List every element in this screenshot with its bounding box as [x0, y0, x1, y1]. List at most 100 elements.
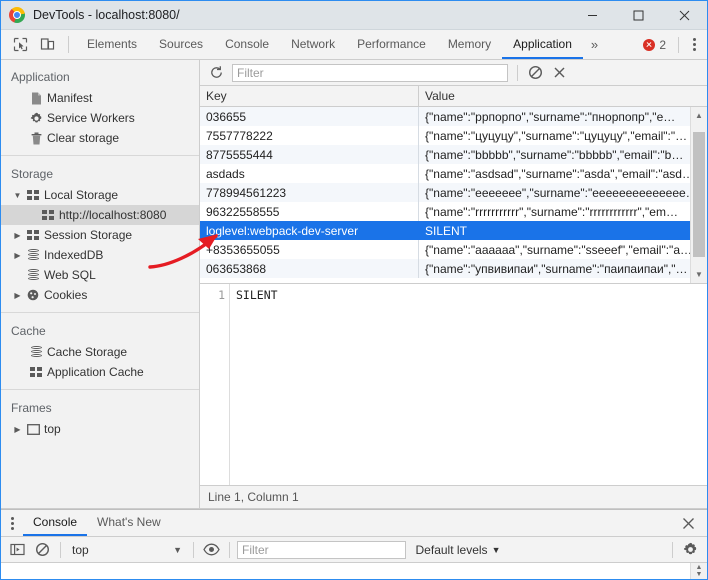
drawer-tab-label: Console — [33, 515, 78, 529]
minimize-button[interactable] — [569, 1, 615, 30]
tab-application[interactable]: Application — [502, 30, 583, 59]
console-toolbar: top ▼ Default levels ▼ — [1, 537, 707, 563]
scroll-down-icon[interactable]: ▼ — [691, 266, 707, 283]
error-circle-icon — [643, 38, 656, 51]
tab-console[interactable]: Console — [214, 30, 280, 59]
grid-icon — [24, 190, 42, 200]
clear-all-icon[interactable] — [523, 62, 547, 84]
sidebar-section-storage: Storage — [11, 167, 54, 181]
scroll-up-icon[interactable]: ▲ — [691, 107, 707, 124]
sidebar-section-application: Application — [11, 70, 70, 84]
tab-elements[interactable]: Elements — [76, 30, 148, 59]
table-row[interactable]: 063653868 {"name":"упвивипаи","surname":… — [200, 259, 707, 278]
sidebar-item-top-frame[interactable]: ▶ top — [1, 419, 199, 439]
console-settings-gear-icon[interactable] — [678, 539, 703, 561]
cell-value: {"name":"цуцуцу","surname":"цуцуцу","ema… — [425, 128, 688, 143]
table-row[interactable]: 96322558555 {"name":"rrrrrrrrrrr","surna… — [200, 202, 707, 221]
cell-value: {"name":"eeeeeee","surname":"eeeeeeeeeee… — [425, 185, 698, 200]
sidebar-item-application-cache[interactable]: Application Cache — [1, 362, 199, 382]
tab-sources[interactable]: Sources — [148, 30, 214, 59]
drawer-close-icon[interactable] — [677, 517, 699, 530]
chevron-right-icon[interactable]: ▶ — [11, 231, 24, 240]
tab-label: Console — [225, 36, 270, 51]
tab-network[interactable]: Network — [280, 30, 346, 59]
scrollbar-track[interactable] — [691, 124, 707, 266]
cell-value: {"name":"bbbbb","surname":"bbbbb","email… — [425, 147, 684, 162]
sidebar-item-indexeddb[interactable]: ▶ IndexedDB — [1, 245, 199, 265]
execution-context-select[interactable]: top ▼ — [66, 540, 188, 560]
table-vertical-scrollbar[interactable]: ▲ ▼ — [690, 107, 707, 283]
tab-label: Performance — [357, 36, 426, 51]
sidebar-item-clear-storage[interactable]: Clear storage — [1, 128, 199, 148]
drawer-menu-icon[interactable] — [1, 510, 23, 536]
sidebar-item-session-storage[interactable]: ▶ Session Storage — [1, 225, 199, 245]
refresh-icon[interactable] — [204, 62, 228, 84]
device-toolbar-icon[interactable] — [34, 30, 61, 59]
tab-memory[interactable]: Memory — [437, 30, 502, 59]
column-header-value[interactable]: Value — [419, 86, 707, 106]
chevron-right-icon[interactable]: ▶ — [11, 291, 24, 300]
close-button[interactable] — [661, 1, 707, 30]
chevron-right-icon[interactable]: ▶ — [11, 425, 24, 434]
database-icon — [27, 346, 45, 358]
maximize-button[interactable] — [615, 1, 661, 30]
value-preview-pane[interactable]: 1 SILENT — [200, 284, 707, 485]
grid-icon — [24, 230, 42, 240]
table-row[interactable]: 036655 {"name":"ррпорпо","surname":"пнор… — [200, 107, 707, 126]
table-row[interactable]: +8353655055 {"name":"aaaaaa","surname":"… — [200, 240, 707, 259]
scroll-down-icon[interactable]: ▼ — [696, 571, 703, 578]
tabbar-right-group: 2 — [643, 30, 707, 59]
cell-value: {"name":"rrrrrrrrrrr","surname":"rrrrrrr… — [425, 204, 678, 219]
delete-selected-icon[interactable] — [547, 62, 571, 84]
inspect-element-icon[interactable] — [7, 30, 34, 59]
sidebar-item-label: Local Storage — [44, 188, 119, 202]
main-menu-icon[interactable] — [685, 34, 703, 56]
sidebar-item-label: Manifest — [47, 91, 93, 105]
cell-value: {"name":"ррпорпо","surname":"пнорпопр","… — [425, 109, 676, 124]
application-sidebar[interactable]: Application Manifest Service Workers Cle… — [1, 60, 200, 508]
log-levels-label: Default levels — [415, 542, 488, 557]
console-sidebar-icon[interactable] — [5, 539, 30, 561]
scrollbar-thumb[interactable] — [693, 132, 705, 257]
cell-key: +8353655055 — [200, 240, 419, 259]
table-header: Key Value — [200, 86, 707, 107]
sidebar-item-label: Application Cache — [47, 365, 144, 379]
drawer-tab-whats-new[interactable]: What's New — [87, 510, 171, 536]
storage-filter-input[interactable] — [232, 63, 508, 82]
sidebar-item-local-storage[interactable]: ▼ Local Storage — [1, 185, 199, 205]
storage-table[interactable]: Key Value 036655 {"name":"ррпорпо","surn… — [200, 86, 707, 284]
drawer-tab-console[interactable]: Console — [23, 510, 88, 536]
toolbar-divider — [60, 541, 61, 558]
preview-content[interactable]: SILENT — [230, 284, 707, 485]
scroll-up-icon[interactable]: ▲ — [696, 564, 703, 571]
sidebar-item-manifest[interactable]: Manifest — [1, 88, 199, 108]
storage-toolbar — [200, 60, 707, 86]
console-scrollbar[interactable]: ▲ ▼ — [690, 563, 707, 579]
devtools-window: DevTools - localhost:8080/ Elements Sour… — [0, 0, 708, 580]
tab-performance[interactable]: Performance — [346, 30, 437, 59]
more-tabs-icon[interactable]: » — [583, 30, 606, 59]
chevron-right-icon[interactable]: ▶ — [11, 251, 24, 260]
table-row-selected[interactable]: loglevel:webpack-dev-server SILENT — [200, 221, 707, 240]
cell-key: 036655 — [200, 107, 419, 126]
console-filter-input[interactable] — [237, 540, 406, 559]
table-row[interactable]: asdads {"name":"asdsad","surname":"asda"… — [200, 164, 707, 183]
error-badge[interactable]: 2 — [643, 38, 666, 52]
sidebar-item-web-sql[interactable]: ▶ Web SQL — [1, 265, 199, 285]
console-output[interactable]: ▲ ▼ — [1, 563, 707, 579]
sidebar-item-cookies[interactable]: ▶ Cookies — [1, 285, 199, 305]
table-row[interactable]: 778994561223 {"name":"eeeeeee","surname"… — [200, 183, 707, 202]
cursor-position: Line 1, Column 1 — [208, 490, 299, 504]
cell-key: 778994561223 — [200, 183, 419, 202]
sidebar-item-localhost-origin[interactable]: http://localhost:8080 — [1, 205, 199, 225]
table-row[interactable]: 7557778222 {"name":"цуцуцу","surname":"ц… — [200, 126, 707, 145]
column-header-key[interactable]: Key — [200, 86, 419, 106]
log-levels-select[interactable]: Default levels ▼ — [408, 543, 509, 557]
sidebar-item-service-workers[interactable]: Service Workers — [1, 108, 199, 128]
sidebar-item-label: top — [44, 422, 61, 436]
live-expression-icon[interactable] — [199, 539, 224, 561]
table-row[interactable]: 8775555444 {"name":"bbbbb","surname":"bb… — [200, 145, 707, 164]
clear-console-icon[interactable] — [30, 539, 55, 561]
sidebar-item-cache-storage[interactable]: Cache Storage — [1, 342, 199, 362]
chevron-down-icon[interactable]: ▼ — [11, 191, 24, 200]
